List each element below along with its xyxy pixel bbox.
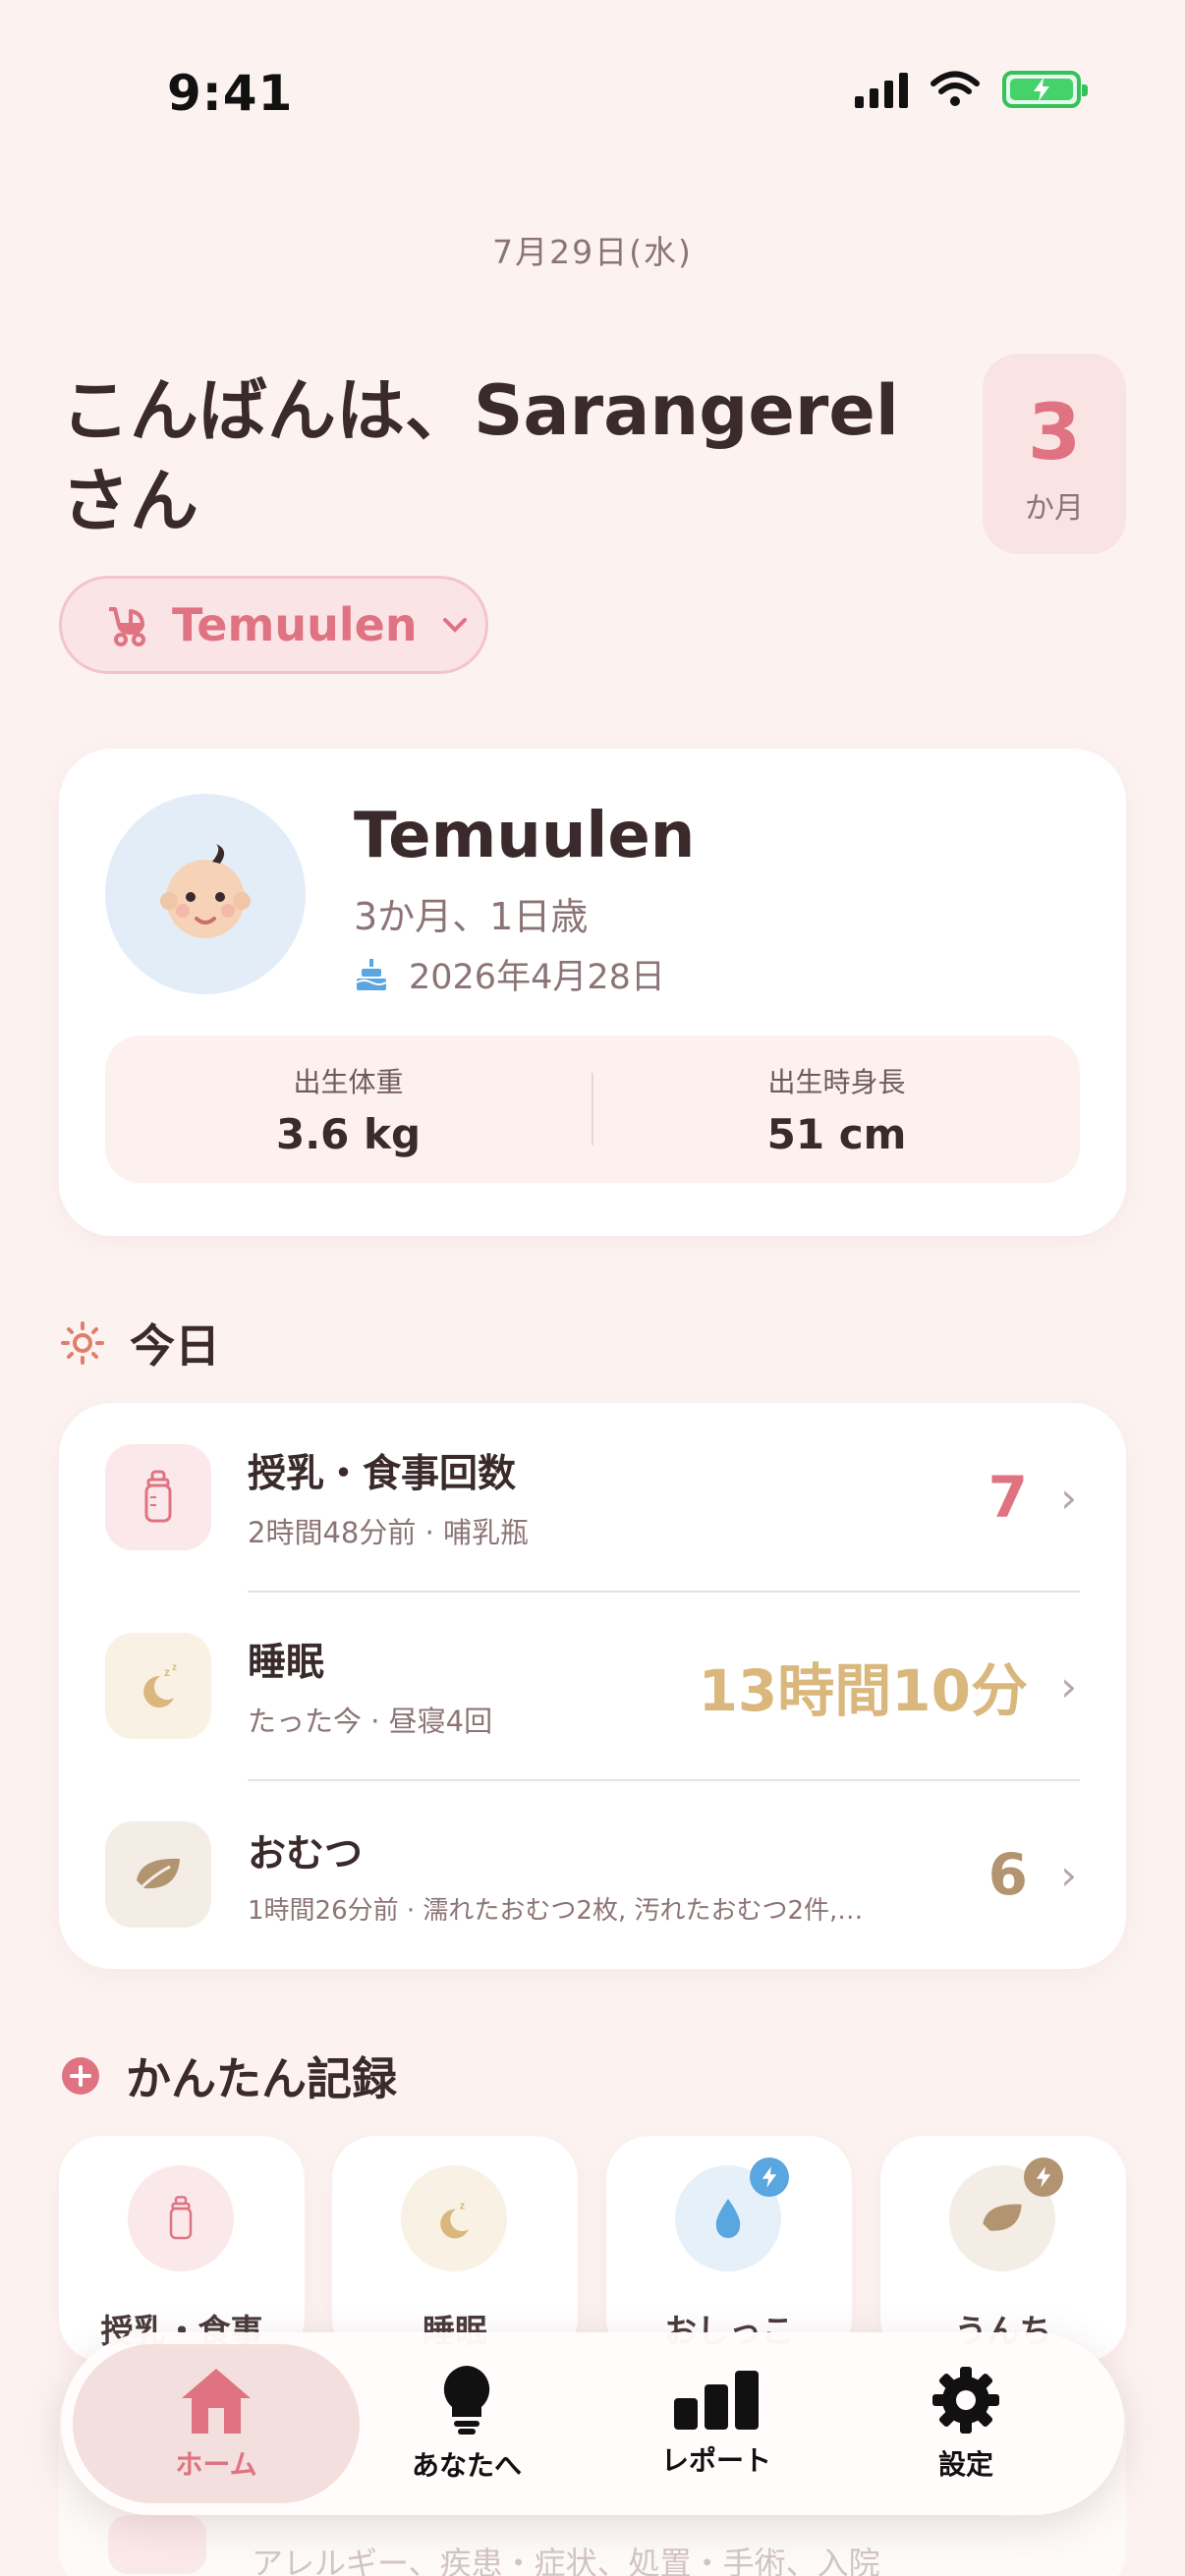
svg-text:z: z: [164, 1665, 170, 1679]
stat-label: 出生体重: [293, 1065, 404, 1098]
today-summary-card: 授乳・食事回数 2時間48分前 · 哺乳瓶 7 › z z 睡眠 たった今 · …: [59, 1403, 1126, 1969]
stat-label: 出生時身長: [767, 1065, 906, 1098]
chevron-down-icon: [442, 618, 467, 633]
stat-value: 3.6 kg: [275, 1109, 422, 1158]
row-text: 睡眠 たった今 · 昼寝4回: [248, 1632, 492, 1740]
quick-log-pee-button[interactable]: おしっこ: [606, 2136, 852, 2362]
age-unit: か月: [1025, 491, 1084, 526]
bolt-icon: [750, 2157, 789, 2197]
health-record-subtitle: アレルギー、疾患・症状、処置・手術、入院: [252, 2545, 880, 2576]
moon-icon: z z: [105, 1633, 211, 1739]
row-subtitle: 1時間26分前 · 濡れたおむつ2枚, 汚れたおむつ2件,…: [248, 1895, 864, 1926]
chevron-right-icon: ›: [1060, 1661, 1077, 1710]
lightbulb-icon: [443, 2366, 490, 2435]
quick-log-poop-button[interactable]: うんち: [880, 2136, 1126, 2362]
quick-log-section-header: かんたん記録: [61, 2044, 397, 2108]
cake-icon: [356, 958, 387, 990]
row-value: 13時間10分: [698, 1657, 1028, 1724]
birth-height-stat: 出生時身長 51 cm: [593, 1061, 1080, 1158]
row-text: おむつ 1時間26分前 · 濡れたおむつ2枚, 汚れたおむつ2件,…: [248, 1823, 863, 1927]
today-row-sleep[interactable]: z z 睡眠 たった今 · 昼寝4回 13時間10分 ›: [59, 1592, 1126, 1780]
moon-icon: z: [401, 2165, 507, 2271]
date-label: 7月29日(水): [492, 233, 693, 271]
row-subtitle: 2時間48分前 · 哺乳瓶: [248, 1516, 530, 1549]
quick-log-feeding-button[interactable]: 授乳・食事: [59, 2136, 305, 2362]
bottom-tab-bar: ホーム あなたへ レポート 設定: [61, 2332, 1124, 2515]
row-subtitle: たった今 · 昼寝4回: [248, 1705, 493, 1738]
chevron-right-icon: ›: [1060, 1850, 1077, 1899]
bolt-icon: [1024, 2157, 1063, 2197]
tab-for-you[interactable]: あなたへ: [344, 2344, 590, 2503]
bar-chart-icon: [674, 2371, 759, 2430]
bottle-icon: [105, 1444, 211, 1550]
signal-icon: [855, 71, 908, 108]
birth-weight-stat: 出生体重 3.6 kg: [105, 1061, 592, 1158]
row-text: 授乳・食事回数 2時間48分前 · 哺乳瓶: [248, 1443, 529, 1551]
today-title: 今日: [130, 1319, 220, 1372]
tab-label: ホーム: [175, 2448, 257, 2481]
today-section-header: 今日: [61, 1311, 220, 1375]
tab-label: あなたへ: [411, 2449, 522, 2482]
baby-selector-button[interactable]: Temuulen: [59, 576, 488, 674]
baby-avatar: [105, 794, 306, 994]
baby-profile-card[interactable]: Temuulen 3か月、1日歳 2026年4月28日 出生体重 3.6 kg …: [59, 749, 1126, 1236]
status-time: 9:41: [167, 65, 294, 122]
row-value: 6: [988, 1841, 1028, 1908]
baby-selector-name: Temuulen: [172, 598, 418, 651]
baby-face-icon: [160, 844, 251, 938]
bottle-icon: [128, 2165, 234, 2271]
row-title: 睡眠: [248, 1641, 325, 1685]
row-value: 7: [988, 1464, 1028, 1531]
wifi-icon: [931, 71, 980, 106]
battery-icon: [1002, 71, 1088, 108]
gear-icon: [932, 2367, 999, 2434]
sun-icon: [61, 1321, 104, 1365]
plus-circle-icon: [62, 2057, 99, 2095]
profile-name: Temuulen: [354, 800, 696, 872]
tab-home[interactable]: ホーム: [73, 2344, 360, 2503]
greeting-title: こんばんは、Sarangerel さん: [61, 370, 899, 541]
status-icons: [855, 71, 1088, 108]
age-value: 3: [1027, 389, 1082, 477]
medical-icon: [108, 2515, 206, 2574]
leaf-icon: [105, 1821, 211, 1928]
row-title: おむつ: [248, 1831, 364, 1876]
row-title: 授乳・食事回数: [248, 1452, 517, 1496]
profile-age: 3か月、1日歳: [354, 895, 589, 938]
today-row-diaper[interactable]: おむつ 1時間26分前 · 濡れたおむつ2枚, 汚れたおむつ2件,… 6 ›: [59, 1780, 1126, 1969]
tab-report[interactable]: レポート: [593, 2344, 839, 2503]
today-row-feeding[interactable]: 授乳・食事回数 2時間48分前 · 哺乳瓶 7 ›: [59, 1403, 1126, 1592]
profile-birthday: 2026年4月28日: [354, 949, 665, 999]
quick-log-sleep-button[interactable]: z 睡眠: [332, 2136, 578, 2362]
chevron-right-icon: ›: [1060, 1473, 1077, 1522]
stroller-icon: [109, 607, 145, 646]
home-icon: [182, 2369, 251, 2434]
age-badge[interactable]: 3 か月: [983, 354, 1126, 554]
tab-label: 設定: [937, 2448, 993, 2481]
tab-settings[interactable]: 設定: [843, 2344, 1089, 2503]
svg-text:z: z: [460, 2201, 466, 2212]
profile-birthday-text: 2026年4月28日: [409, 958, 665, 997]
quick-log-title: かんたん記録: [126, 2052, 397, 2105]
birth-stats: 出生体重 3.6 kg 出生時身長 51 cm: [105, 1036, 1080, 1183]
tab-label: レポート: [660, 2444, 771, 2477]
stat-value: 51 cm: [766, 1109, 907, 1158]
svg-text:z: z: [172, 1662, 177, 1673]
